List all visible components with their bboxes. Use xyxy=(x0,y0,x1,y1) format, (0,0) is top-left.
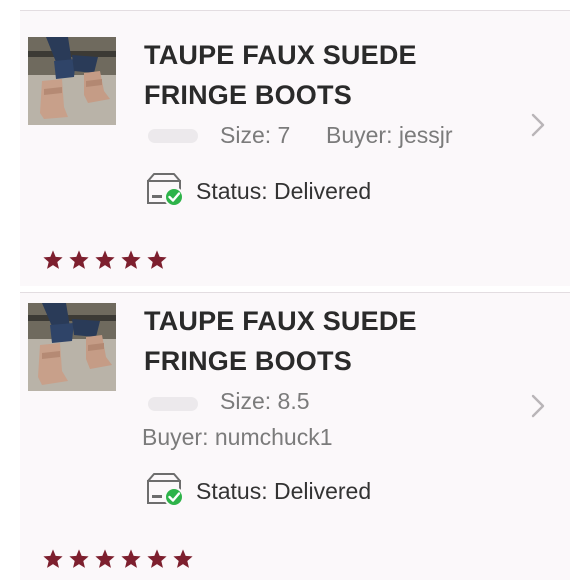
boot-photo-thumbnail xyxy=(28,37,116,125)
buyer-label: Buyer: jessjr xyxy=(326,122,453,148)
product-title[interactable]: TAUPE FAUX SUEDE FRINGE BOOTS xyxy=(144,35,524,115)
product-title-line: TAUPE FAUX SUEDE xyxy=(144,306,417,336)
star-icon xyxy=(147,250,167,269)
rating-stars xyxy=(42,548,194,570)
star-icon xyxy=(121,549,141,568)
order-card[interactable]: TAUPE FAUX SUEDE FRINGE BOOTS Size: 7 Bu… xyxy=(20,10,570,286)
package-delivered-icon xyxy=(144,171,186,212)
buyer-label: Buyer: numchuck1 xyxy=(142,424,333,450)
product-title-line: FRINGE BOOTS xyxy=(144,346,352,376)
star-icon xyxy=(95,549,115,568)
product-title-line: TAUPE FAUX SUEDE xyxy=(144,40,417,70)
star-icon xyxy=(43,549,63,568)
star-icon xyxy=(69,549,89,568)
product-title[interactable]: TAUPE FAUX SUEDE FRINGE BOOTS xyxy=(144,301,524,381)
order-card[interactable]: TAUPE FAUX SUEDE FRINGE BOOTS Size: 8.5 … xyxy=(20,292,570,580)
rating-stars xyxy=(42,249,168,271)
order-status: Status: Delivered xyxy=(144,471,372,512)
chevron-right-icon[interactable] xyxy=(528,112,548,138)
package-delivered-icon xyxy=(144,471,186,512)
star-icon xyxy=(147,549,167,568)
status-text: Status: Delivered xyxy=(196,177,372,204)
redacted-text xyxy=(148,129,198,143)
size-label: Size: 8.5 xyxy=(220,388,310,414)
redacted-text xyxy=(148,397,198,411)
star-icon xyxy=(69,250,89,269)
size-label: Size: 7 xyxy=(220,122,291,148)
star-icon xyxy=(173,549,193,568)
order-status: Status: Delivered xyxy=(144,171,372,212)
boot-photo-thumbnail xyxy=(28,303,116,391)
star-icon xyxy=(95,250,115,269)
product-title-line: FRINGE BOOTS xyxy=(144,80,352,110)
star-icon xyxy=(43,250,63,269)
chevron-right-icon[interactable] xyxy=(528,393,548,419)
star-icon xyxy=(121,250,141,269)
sold-orders-screen: TAUPE FAUX SUEDE FRINGE BOOTS Size: 7 Bu… xyxy=(0,0,580,580)
status-text: Status: Delivered xyxy=(196,477,372,504)
